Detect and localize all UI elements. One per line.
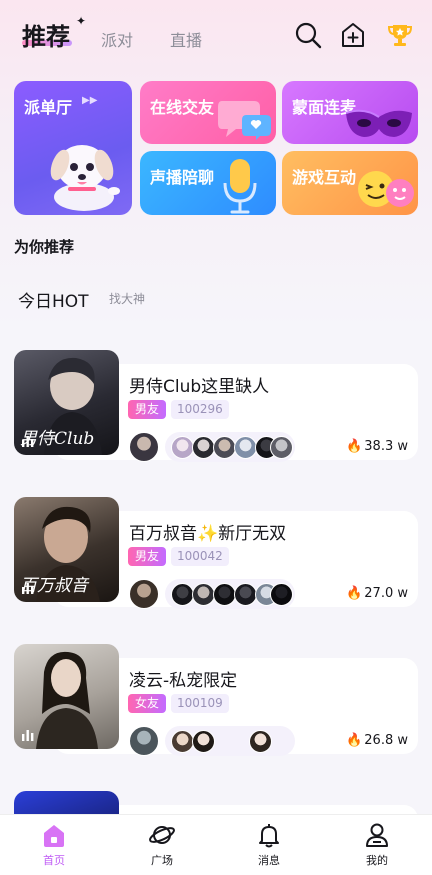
banner-label: 派单厅	[24, 98, 73, 117]
room-tag: 男友	[128, 547, 167, 566]
bell-icon	[259, 824, 279, 848]
nav-label: 首页	[43, 854, 65, 867]
avatar[interactable]	[234, 583, 257, 606]
avatar[interactable]	[213, 436, 236, 459]
audio-bars-icon	[22, 583, 34, 594]
play-arrows-icon: ▶▶	[82, 95, 98, 106]
header: 推荐 ✦ 派对 直播	[0, 0, 432, 72]
nav-square[interactable]: 广场	[122, 821, 202, 868]
fire-icon: 🔥	[346, 439, 363, 454]
room-tag: 男友	[128, 400, 167, 419]
nav-label: 消息	[258, 854, 280, 867]
section-title: 为你推荐	[14, 238, 75, 256]
bottom-nav: 首页 广场 消息 我的	[0, 814, 432, 875]
nav-label: 我的	[366, 854, 388, 867]
avatar[interactable]	[171, 730, 194, 753]
seat-avatars	[165, 579, 295, 609]
room-title: 百万叔音✨新厅无双	[129, 524, 287, 544]
room-id: 100042	[171, 547, 229, 566]
nav-messages[interactable]: 消息	[229, 821, 309, 868]
avatar[interactable]	[192, 436, 215, 459]
room-id: 100109	[171, 694, 229, 713]
nav-profile[interactable]: 我的	[337, 821, 417, 868]
heat-count: 🔥 27.0 w	[346, 586, 408, 601]
host-avatar[interactable]	[129, 726, 159, 756]
avatar[interactable]	[213, 583, 236, 606]
avatar[interactable]	[192, 583, 215, 606]
room-title: 男侍Club这里缺人	[129, 377, 270, 397]
hot-subtitle[interactable]: 找大神	[109, 290, 145, 307]
trophy-icon[interactable]	[385, 20, 415, 50]
add-room-icon[interactable]	[338, 20, 368, 50]
host-avatar[interactable]	[129, 579, 159, 609]
heat-value: 26.8 w	[364, 733, 408, 748]
seat-avatars	[165, 432, 295, 462]
banner-online-dating[interactable]: 在线交友	[140, 81, 276, 144]
room-cover[interactable]: 百万叔音	[14, 497, 119, 602]
nav-label: 广场	[151, 854, 173, 867]
banner-voice-chat[interactable]: 声播陪聊	[140, 151, 276, 215]
search-icon[interactable]	[293, 20, 323, 50]
banner-dispatch-hall[interactable]: 派单厅 ▶▶	[14, 81, 132, 215]
fire-icon: 🔥	[346, 586, 363, 601]
room-title: 凌云-私宠限定	[129, 671, 238, 691]
heat-value: 27.0 w	[364, 586, 408, 601]
audio-bars-icon	[22, 436, 34, 447]
host-avatar[interactable]	[129, 432, 159, 462]
heat-count: 🔥 38.3 w	[346, 439, 408, 454]
banner-label: 游戏互动	[292, 168, 357, 187]
nav-home[interactable]: 首页	[14, 821, 94, 868]
room-tag: 女友	[128, 694, 167, 713]
seat-avatars	[165, 726, 295, 756]
planet-icon	[149, 826, 175, 844]
avatar[interactable]	[270, 436, 293, 459]
sparkle-icon: ✦	[76, 14, 87, 28]
fire-icon: 🔥	[346, 733, 363, 748]
avatar[interactable]	[270, 583, 293, 606]
heat-value: 38.3 w	[364, 439, 408, 454]
tab-live[interactable]: 直播	[170, 27, 202, 51]
audio-bars-icon	[22, 730, 34, 741]
room-card[interactable]: 凌云-私宠限定 女友 100109 🔥 26.8 w	[0, 644, 432, 756]
tab-recommend[interactable]: 推荐	[22, 17, 70, 52]
chat-bubble-icon	[218, 101, 271, 140]
avatar[interactable]	[249, 730, 272, 753]
microphone-icon	[223, 159, 257, 214]
heat-count: 🔥 26.8 w	[346, 733, 408, 748]
room-card[interactable]: 男侍Club 男侍Club这里缺人 男友 100296 🔥 38.3 w	[0, 350, 432, 462]
room-cover[interactable]	[14, 644, 119, 749]
room-card[interactable]: 百万叔音 百万叔音✨新厅无双 男友 100042 🔥 27.0 w	[0, 497, 432, 609]
avatar[interactable]	[171, 583, 194, 606]
banner-game-interaction[interactable]: 游戏互动	[282, 151, 418, 215]
emoji-icon	[358, 171, 414, 207]
profile-icon	[366, 823, 388, 847]
banner-masked-mic[interactable]: 蒙面连麦	[282, 81, 418, 144]
banner-label: 在线交友	[150, 98, 215, 117]
puppy-icon	[50, 145, 120, 211]
avatar[interactable]	[192, 730, 215, 753]
home-icon	[44, 825, 64, 847]
avatar[interactable]	[234, 436, 257, 459]
banner-label: 声播陪聊	[150, 168, 215, 187]
room-id: 100296	[171, 400, 229, 419]
room-cover[interactable]: 男侍Club	[14, 350, 119, 455]
hot-title[interactable]: 今日HOT	[18, 287, 89, 312]
avatar[interactable]	[171, 436, 194, 459]
tab-party[interactable]: 派对	[101, 27, 133, 51]
mask-icon	[345, 109, 412, 137]
